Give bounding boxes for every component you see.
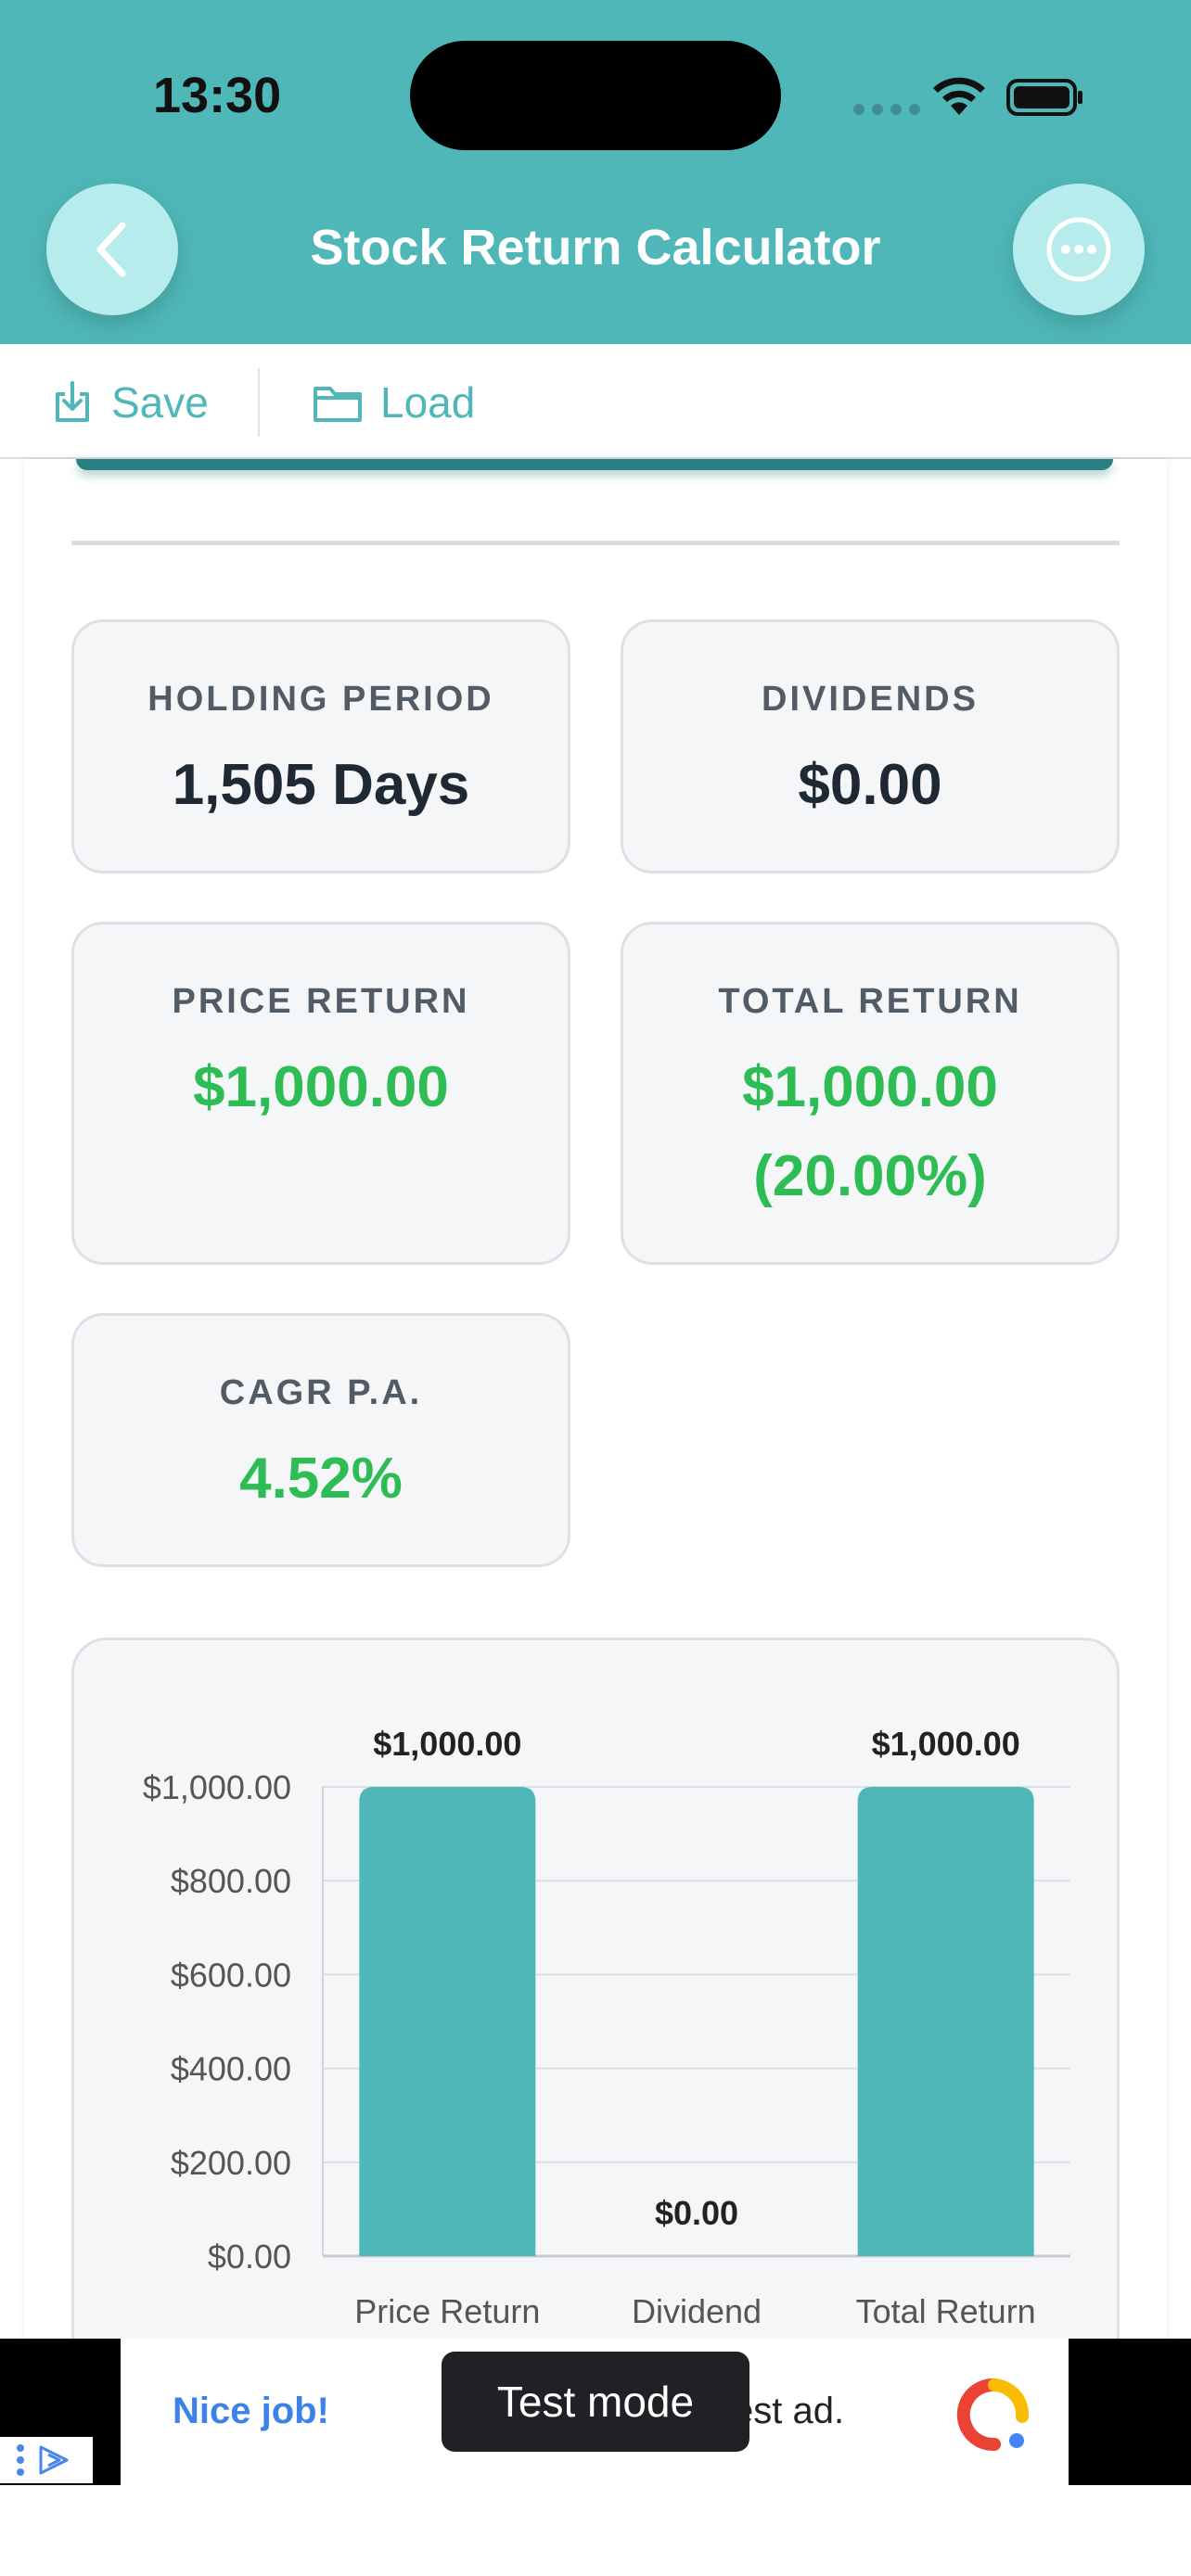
cagr-label: CAGR P.A. (219, 1373, 423, 1412)
ad-choices-icon (39, 2445, 69, 2475)
bar-value-label: $1,000.00 (872, 1725, 1020, 1763)
dividends-label: DIVIDENDS (762, 680, 979, 719)
x-tick-label: Total Return (856, 2292, 1036, 2330)
home-indicator-area (0, 2485, 1191, 2576)
dynamic-island (410, 41, 781, 150)
bar-value-label: $0.00 (655, 2194, 738, 2232)
more-vertical-icon (17, 2444, 24, 2476)
load-label: Load (380, 378, 476, 427)
holding-period-card: HOLDING PERIOD 1,505 Days (71, 619, 570, 874)
more-options-button[interactable] (1013, 184, 1145, 315)
holding-period-value: 1,505 Days (172, 753, 470, 817)
toolbar: Save Load (0, 344, 1191, 459)
y-tick-label: $200.00 (171, 2144, 291, 2182)
price-return-card: PRICE RETURN $1,000.00 (71, 922, 570, 1265)
wifi-icon (933, 77, 985, 115)
total-return-value: $1,000.00 (20.00%) (623, 1043, 1117, 1221)
bar-total-return (857, 1787, 1034, 2256)
price-return-value: $1,000.00 (193, 1055, 449, 1119)
more-horizontal-icon (1046, 217, 1111, 282)
bar-price-return (359, 1787, 536, 2256)
x-tick-label: Dividend (632, 2292, 762, 2330)
load-button[interactable]: Load (312, 377, 475, 427)
ad-body-text[interactable]: est ad. (733, 2391, 844, 2432)
y-tick-label: $400.00 (171, 2050, 291, 2088)
folder-icon (314, 387, 362, 422)
section-divider (71, 541, 1120, 545)
bar-value-label: $1,000.00 (373, 1725, 521, 1763)
returns-bar-chart: $0.00 $200.00 $400.00 $600.00 $800.00 $1,000.… (143, 1725, 1070, 2330)
y-tick-label: $600.00 (171, 1956, 291, 1994)
y-tick-label: $0.00 (208, 2238, 291, 2276)
ad-logo-icon (956, 2378, 1030, 2451)
download-icon (56, 381, 89, 422)
total-return-label: TOTAL RETURN (718, 982, 1022, 1021)
y-tick-label: $800.00 (171, 1862, 291, 1900)
save-button[interactable]: Save (50, 377, 209, 427)
cagr-value: 4.52% (239, 1447, 403, 1511)
save-label: Save (111, 378, 209, 427)
y-tick-label: $1,000.00 (143, 1768, 291, 1806)
x-tick-label: Price Return (354, 2292, 540, 2330)
cellular-signal-icon (853, 104, 920, 115)
holding-period-label: HOLDING PERIOD (147, 680, 494, 719)
dividends-card: DIVIDENDS $0.00 (621, 619, 1120, 874)
status-time: 13:30 (153, 68, 282, 123)
price-return-label: PRICE RETURN (172, 982, 470, 1021)
total-return-amount: $1,000.00 (742, 1055, 998, 1119)
returns-chart-card: $0.00 $200.00 $400.00 $600.00 $800.00 $1,000.… (71, 1638, 1120, 2379)
battery-icon (1006, 79, 1082, 116)
app-header: 13:30 Stock Return Calculator (0, 0, 1191, 344)
total-return-card: TOTAL RETURN $1,000.00 (20.00%) (621, 922, 1120, 1265)
ad-choices-button[interactable] (0, 2437, 93, 2483)
total-return-percent: (20.00%) (753, 1144, 987, 1208)
toolbar-separator (258, 368, 260, 437)
calculate-button-edge[interactable] (76, 459, 1113, 470)
ad-headline[interactable]: Nice job! (173, 2391, 329, 2432)
dividends-value: $0.00 (798, 753, 942, 817)
test-mode-toast: Test mode (442, 2352, 749, 2452)
cagr-card: CAGR P.A. 4.52% (71, 1313, 570, 1567)
